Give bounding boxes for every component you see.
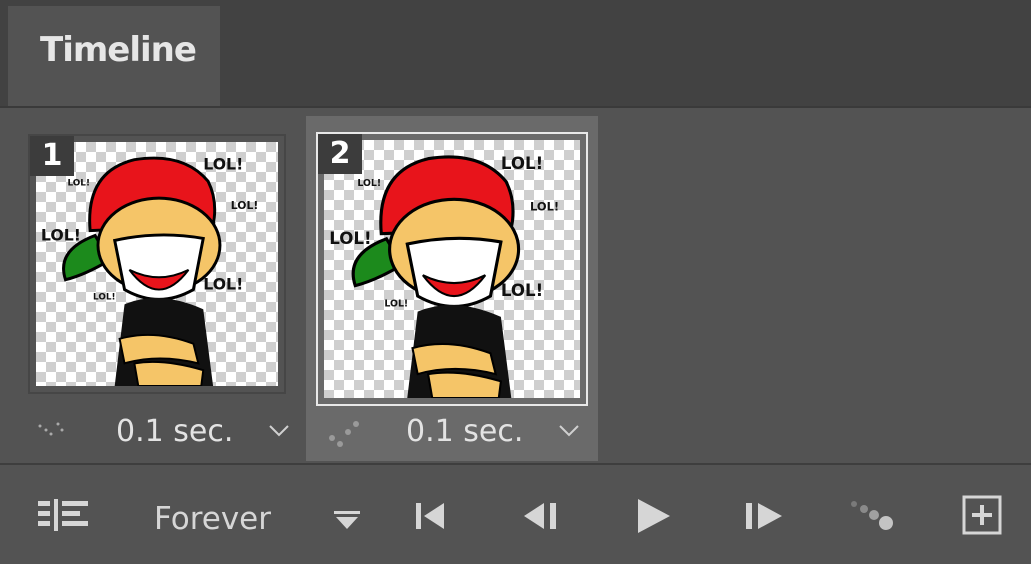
svg-text:LOL!: LOL!: [384, 298, 408, 309]
duplicate-frame-icon[interactable]: [962, 495, 1002, 535]
frame-thumbnail-border: 2 LOL! LOL! LOL! LOL! LOL! LOL!: [316, 132, 588, 406]
frame-footer: 0.1 sec.: [16, 408, 308, 458]
frame-number: 1: [30, 136, 74, 176]
frame-number: 2: [318, 134, 362, 174]
svg-text:LOL!: LOL!: [530, 200, 559, 214]
frame-1[interactable]: 1 LOL! LOL! LOL! LOL! LOL! LOL! 0.1 sec.: [16, 116, 308, 461]
frame-delay[interactable]: 0.1 sec.: [406, 414, 523, 449]
svg-text:LOL!: LOL!: [501, 281, 543, 300]
next-frame-icon[interactable]: [746, 503, 784, 529]
frame-2[interactable]: 2 LOL! LOL! LOL! LOL! LOL! LOL! 0.1 sec.: [306, 116, 598, 461]
tab-timeline[interactable]: Timeline: [8, 6, 220, 108]
frames-strip: 1 LOL! LOL! LOL! LOL! LOL! LOL! 0.1 sec.…: [8, 108, 1031, 463]
frame-footer: 0.1 sec.: [306, 408, 598, 458]
play-icon[interactable]: [636, 499, 670, 533]
frame-thumbnail: LOL! LOL! LOL! LOL! LOL! LOL!: [324, 140, 580, 398]
loop-option[interactable]: Forever: [154, 501, 271, 537]
cartoon-laughing-image: LOL! LOL! LOL! LOL! LOL! LOL!: [329, 154, 559, 398]
convert-timeline-icon[interactable]: [38, 499, 92, 535]
frame-thumbnail-border: 1 LOL! LOL! LOL! LOL! LOL! LOL!: [28, 134, 286, 394]
panel-tab-bar: Timeline: [0, 0, 1031, 108]
svg-text:LOL!: LOL!: [501, 154, 543, 173]
chevron-down-icon[interactable]: [268, 424, 290, 438]
svg-text:LOL!: LOL!: [203, 155, 243, 174]
tween-indicator-icon: [38, 422, 64, 436]
svg-text:LOL!: LOL!: [41, 225, 81, 244]
cartoon-laughing-image: LOL! LOL! LOL! LOL! LOL! LOL!: [41, 155, 259, 386]
svg-text:LOL!: LOL!: [93, 292, 116, 302]
previous-frame-icon[interactable]: [522, 503, 558, 529]
svg-text:LOL!: LOL!: [203, 275, 243, 294]
frame-delay[interactable]: 0.1 sec.: [116, 414, 233, 449]
frame-thumbnail: LOL! LOL! LOL! LOL! LOL! LOL!: [36, 142, 278, 386]
chevron-down-icon[interactable]: [558, 424, 580, 438]
svg-text:LOL!: LOL!: [231, 199, 259, 212]
timeline-controls: Forever: [0, 463, 1031, 564]
svg-text:LOL!: LOL!: [67, 178, 90, 188]
tween-icon[interactable]: [848, 499, 898, 533]
svg-text:LOL!: LOL!: [329, 229, 371, 248]
tab-label: Timeline: [40, 30, 197, 70]
svg-text:LOL!: LOL!: [357, 178, 381, 189]
first-frame-icon[interactable]: [416, 503, 446, 529]
tween-indicator-icon: [329, 421, 359, 447]
loop-dropdown-icon[interactable]: [334, 511, 360, 529]
